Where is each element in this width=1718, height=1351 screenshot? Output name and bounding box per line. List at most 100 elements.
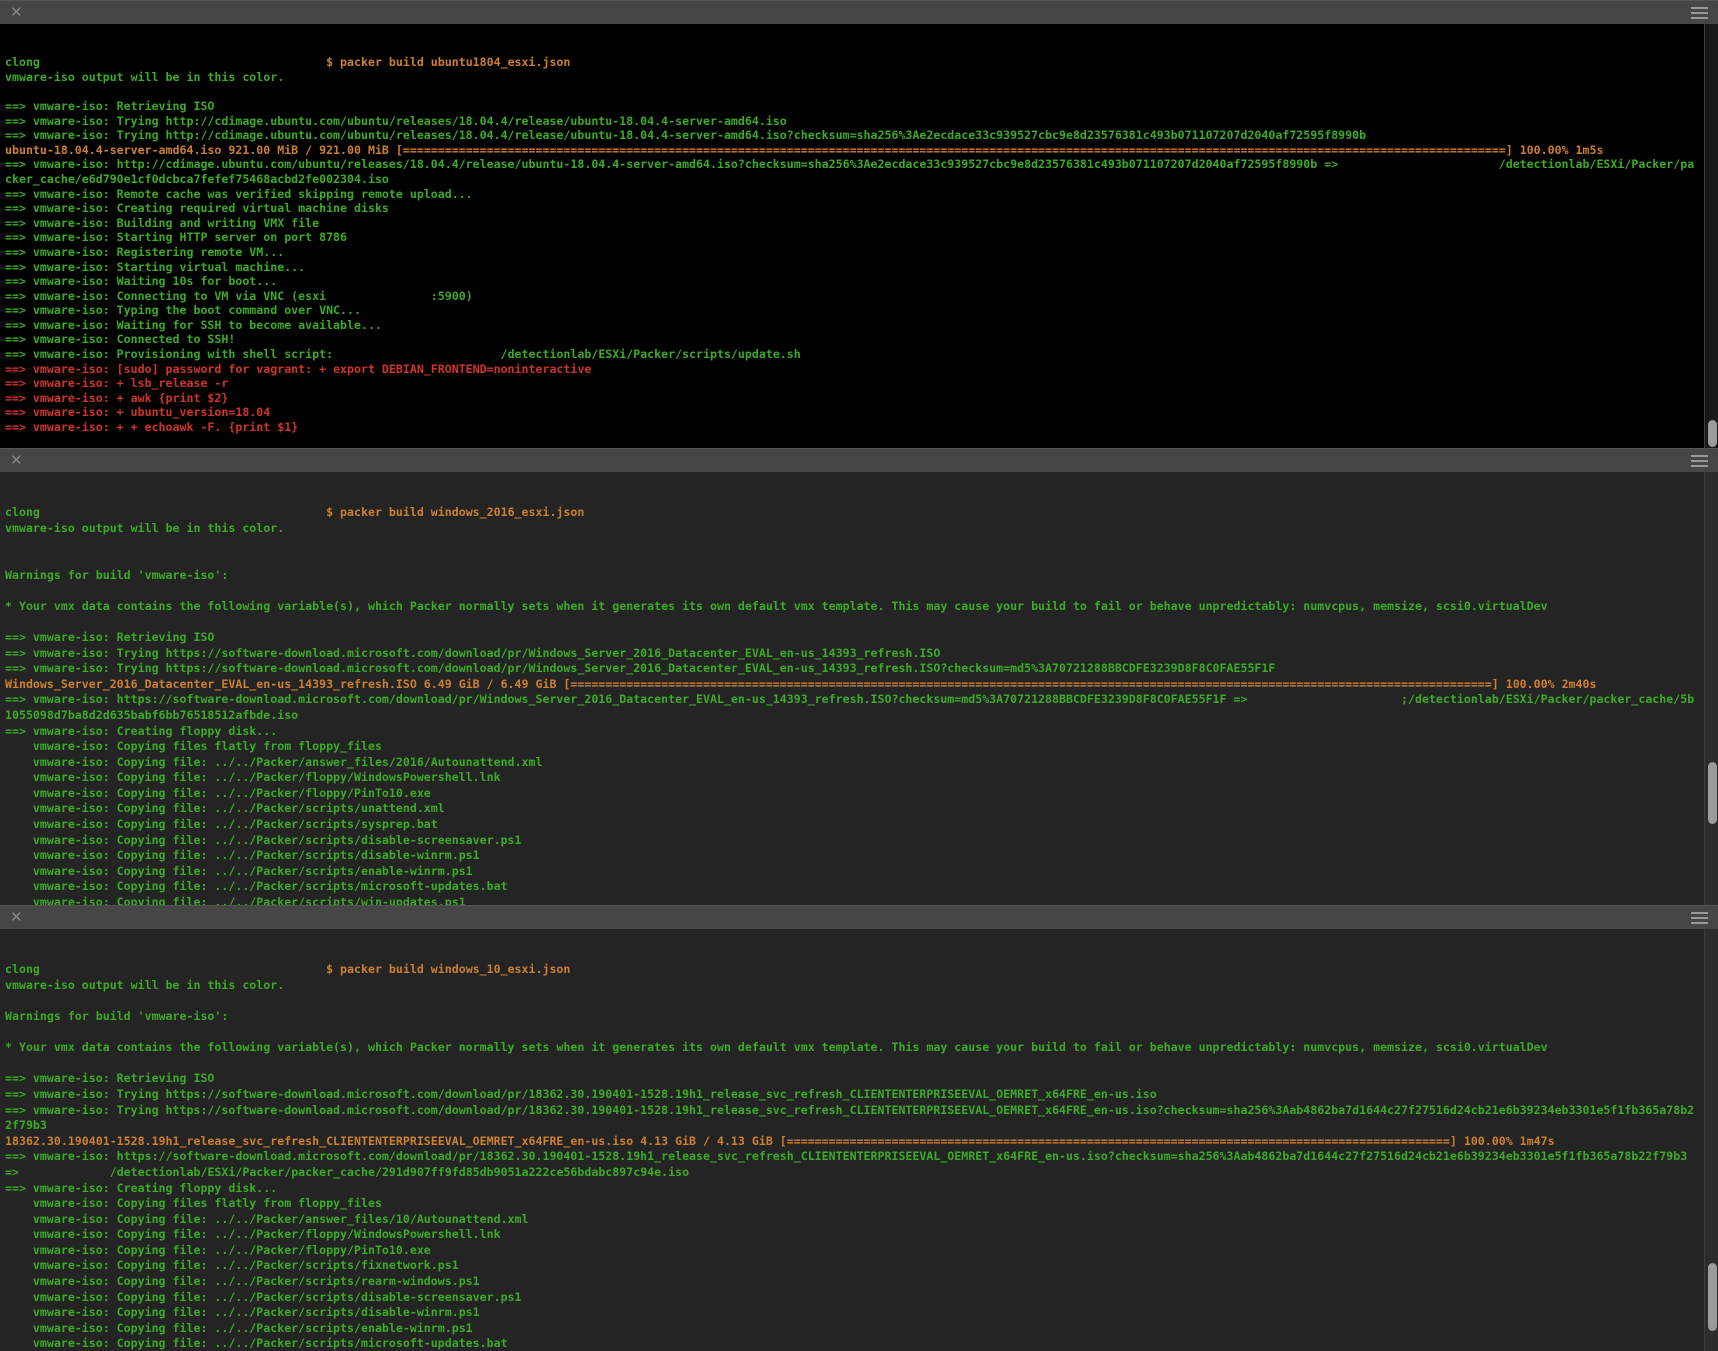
terminal-line: Warnings for build 'vmware-iso': [5,568,1704,584]
terminal-line: ==> vmware-iso: + lsb_release -r [5,376,1704,391]
terminal-line: Windows_Server_2016_Datacenter_EVAL_en-u… [5,677,1704,693]
terminal-output: clong $ packer build windows_2016_esxi.j… [5,505,1704,905]
terminal-line: ==> vmware-iso: Creating floppy disk... [5,724,1704,740]
terminal-line: vmware-iso output will be in this color. [5,70,1704,85]
terminal-line: vmware-iso output will be in this color. [5,978,1704,994]
terminal-line: ==> vmware-iso: Waiting for SSH to becom… [5,318,1704,333]
terminal-line: ==> vmware-iso: Typing the boot command … [5,303,1704,318]
terminal-line: ==> vmware-iso: Registering remote VM... [5,245,1704,260]
terminal-line: vmware-iso output will be in this color. [5,521,1704,537]
terminal-line: ==> vmware-iso: + + echoawk -F. {print $… [5,420,1704,435]
terminal-line: ==> vmware-iso: Retrieving ISO [5,99,1704,114]
terminal-line: ==> vmware-iso: Creating floppy disk... [5,1181,1704,1197]
terminal-line: ==> vmware-iso: Trying https://software-… [5,646,1704,662]
terminal-workspace: ✕ clong $ packer build ubuntu1804_esxi.j… [0,0,1718,1351]
scrollbar-track[interactable] [1704,929,1718,1351]
terminal-line [5,536,1704,552]
terminal-pane-ubuntu1804: ✕ clong $ packer build ubuntu1804_esxi.j… [0,0,1718,448]
terminal-line: vmware-iso: Copying file: ../../Packer/f… [5,786,1704,802]
terminal-line: vmware-iso: Copying file: ../../Packer/s… [5,1336,1704,1351]
terminal-pane-windows2016: ✕ clong $ packer build windows_2016_esxi… [0,448,1718,905]
terminal-line: ==> vmware-iso: Starting HTTP server on … [5,230,1704,245]
close-icon[interactable]: ✕ [10,910,23,925]
terminal-pane-windows10: ✕ clong $ packer build windows_10_esxi.j… [0,905,1718,1351]
terminal-line: vmware-iso: Copying file: ../../Packer/s… [5,1258,1704,1274]
scrollbar-track[interactable] [1704,24,1718,448]
hamburger-menu-icon[interactable] [1691,1,1708,25]
terminal-line: ==> vmware-iso: + ubuntu_version=18.04 [5,405,1704,420]
terminal-line: vmware-iso: Copying files flatly from fl… [5,1196,1704,1212]
terminal-line: ==> vmware-iso: Starting virtual machine… [5,260,1704,275]
terminal-line: clong $ packer build ubuntu1804_esxi.jso… [5,55,1704,70]
terminal-screen[interactable]: clong $ packer build windows_10_esxi.jso… [0,929,1718,1351]
terminal-line: vmware-iso: Copying file: ../../Packer/s… [5,1305,1704,1321]
terminal-line: ==> vmware-iso: Trying http://cdimage.ub… [5,114,1704,129]
pane-titlebar[interactable]: ✕ [0,448,1718,472]
scrollbar-thumb[interactable] [1708,420,1717,447]
terminal-line: vmware-iso: Copying file: ../../Packer/f… [5,770,1704,786]
terminal-line: vmware-iso: Copying file: ../../Packer/a… [5,755,1704,771]
scrollbar-thumb[interactable] [1708,1263,1717,1331]
terminal-line: ==> vmware-iso: Retrieving ISO [5,1071,1704,1087]
terminal-output: clong $ packer build windows_10_esxi.jso… [5,962,1704,1351]
terminal-line [5,1025,1704,1041]
terminal-line: ==> vmware-iso: Waiting 10s for boot... [5,274,1704,289]
terminal-line: ==> vmware-iso: Creating required virtua… [5,201,1704,216]
terminal-line [5,84,1704,99]
terminal-line: cker_cache/e6d790e1cf0dcbca7fefef75468ac… [5,172,1704,187]
terminal-line: ==> vmware-iso: + awk {print $2} [5,391,1704,406]
terminal-line: vmware-iso: Copying file: ../../Packer/a… [5,1212,1704,1228]
terminal-line: vmware-iso: Copying file: ../../Packer/s… [5,1274,1704,1290]
terminal-line: 18362.30.190401-1528.19h1_release_svc_re… [5,1134,1704,1150]
terminal-line: vmware-iso: Copying file: ../../Packer/s… [5,833,1704,849]
terminal-line: vmware-iso: Copying file: ../../Packer/s… [5,1321,1704,1337]
terminal-line: ==> vmware-iso: Trying https://software-… [5,661,1704,677]
terminal-line: vmware-iso: Copying files flatly from fl… [5,739,1704,755]
terminal-line: ==> vmware-iso: Trying http://cdimage.ub… [5,128,1704,143]
terminal-line [5,552,1704,568]
terminal-line: vmware-iso: Copying file: ../../Packer/s… [5,1290,1704,1306]
hamburger-menu-icon[interactable] [1691,449,1708,473]
terminal-line: ==> vmware-iso: Provisioning with shell … [5,347,1704,362]
terminal-line: ubuntu-18.04.4-server-amd64.iso 921.00 M… [5,143,1704,158]
terminal-line [5,993,1704,1009]
terminal-line: ==> vmware-iso: Retrieving ISO [5,630,1704,646]
terminal-screen[interactable]: clong $ packer build ubuntu1804_esxi.jso… [0,24,1718,448]
terminal-line: vmware-iso: Copying file: ../../Packer/f… [5,1243,1704,1259]
terminal-line: => /detectionlab/ESXi/Packer/packer_cach… [5,1165,1704,1181]
terminal-line [5,583,1704,599]
terminal-line: ==> vmware-iso: Building and writing VMX… [5,216,1704,231]
terminal-line [5,614,1704,630]
terminal-line: vmware-iso: Copying file: ../../Packer/s… [5,848,1704,864]
terminal-line: * Your vmx data contains the following v… [5,599,1704,615]
terminal-line: ==> vmware-iso: Trying https://software-… [5,1103,1704,1119]
terminal-line: ==> vmware-iso: https://software-downloa… [5,1149,1704,1165]
terminal-line: vmware-iso: Copying file: ../../Packer/s… [5,864,1704,880]
hamburger-menu-icon[interactable] [1691,906,1708,930]
pane-titlebar[interactable]: ✕ [0,0,1718,24]
terminal-line: clong $ packer build windows_10_esxi.jso… [5,962,1704,978]
terminal-line: 2f79b3 [5,1118,1704,1134]
terminal-line: ==> vmware-iso: [sudo] password for vagr… [5,362,1704,377]
terminal-line: ==> vmware-iso: https://software-downloa… [5,692,1704,708]
close-icon[interactable]: ✕ [10,453,23,468]
terminal-screen[interactable]: clong $ packer build windows_2016_esxi.j… [0,472,1718,905]
scrollbar-track[interactable] [1704,472,1718,905]
terminal-line: vmware-iso: Copying file: ../../Packer/s… [5,879,1704,895]
terminal-line [5,1056,1704,1072]
terminal-line: vmware-iso: Copying file: ../../Packer/f… [5,1227,1704,1243]
terminal-line: Warnings for build 'vmware-iso': [5,1009,1704,1025]
terminal-line: ==> vmware-iso: Connected to SSH! [5,332,1704,347]
terminal-line: vmware-iso: Copying file: ../../Packer/s… [5,895,1704,905]
terminal-line: clong $ packer build windows_2016_esxi.j… [5,505,1704,521]
terminal-line: vmware-iso: Copying file: ../../Packer/s… [5,801,1704,817]
terminal-line: ==> vmware-iso: Connecting to VM via VNC… [5,289,1704,304]
scrollbar-thumb[interactable] [1708,762,1717,824]
terminal-line: ==> vmware-iso: Remote cache was verifie… [5,187,1704,202]
pane-titlebar[interactable]: ✕ [0,905,1718,929]
terminal-line: * Your vmx data contains the following v… [5,1040,1704,1056]
close-icon[interactable]: ✕ [10,5,23,20]
terminal-line: ==> vmware-iso: http://cdimage.ubuntu.co… [5,157,1704,172]
terminal-output: clong $ packer build ubuntu1804_esxi.jso… [5,55,1704,434]
terminal-line: vmware-iso: Copying file: ../../Packer/s… [5,817,1704,833]
